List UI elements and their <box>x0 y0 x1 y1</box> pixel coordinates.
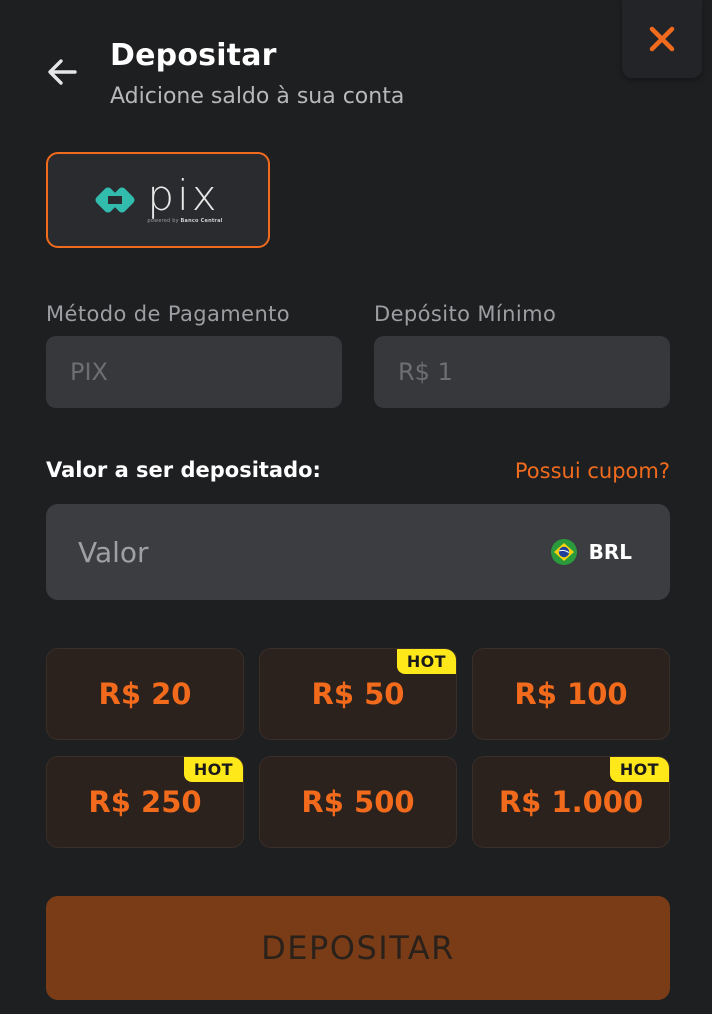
close-icon <box>649 26 675 52</box>
preset-label: R$ 50 <box>311 677 405 711</box>
preset-amount-500[interactable]: R$ 500 <box>259 756 457 848</box>
min-deposit-label: Depósito Mínimo <box>374 302 557 326</box>
back-button[interactable] <box>44 54 80 90</box>
pix-logo-subtext: powered by Banco Central <box>147 218 223 224</box>
pix-wordmark: pix powered by Banco Central <box>147 171 223 225</box>
deposit-button[interactable]: DEPOSITAR <box>46 896 670 1000</box>
preset-label: R$ 250 <box>88 785 202 819</box>
preset-amount-50[interactable]: R$ 50 HOT <box>259 648 457 740</box>
preset-label: R$ 500 <box>301 785 415 819</box>
preset-amount-100[interactable]: R$ 100 <box>472 648 670 740</box>
hot-badge: HOT <box>183 757 243 782</box>
hot-badge: HOT <box>609 757 669 782</box>
pix-logo-text: pix <box>147 171 220 220</box>
payment-method-label: Método de Pagamento <box>46 302 291 326</box>
hot-badge: HOT <box>396 649 456 674</box>
arrow-left-icon <box>48 59 77 85</box>
preset-label: R$ 20 <box>98 677 192 711</box>
preset-label: R$ 100 <box>514 677 628 711</box>
currency-code: BRL <box>588 540 632 564</box>
close-button[interactable] <box>622 0 702 78</box>
preset-label: R$ 1.000 <box>498 785 644 819</box>
page-title: Depositar <box>110 38 277 73</box>
page-subtitle: Adicione saldo à sua conta <box>110 84 405 109</box>
coupon-link[interactable]: Possui cupom? <box>515 459 670 483</box>
brazil-flag-icon <box>550 539 577 565</box>
preset-amount-20[interactable]: R$ 20 <box>46 648 244 740</box>
payment-method-field: PIX <box>46 336 342 408</box>
preset-amount-1000[interactable]: R$ 1.000 HOT <box>472 756 670 848</box>
currency-selector: BRL <box>550 539 632 565</box>
payment-method-pix[interactable]: pix powered by Banco Central <box>46 152 270 248</box>
preset-amount-250[interactable]: R$ 250 HOT <box>46 756 244 848</box>
amount-input[interactable] <box>78 535 551 569</box>
amount-input-container: BRL <box>46 504 670 600</box>
amount-label: Valor a ser depositado: <box>46 458 321 482</box>
min-deposit-field: R$ 1 <box>374 336 670 408</box>
pix-logo-icon <box>95 187 135 213</box>
